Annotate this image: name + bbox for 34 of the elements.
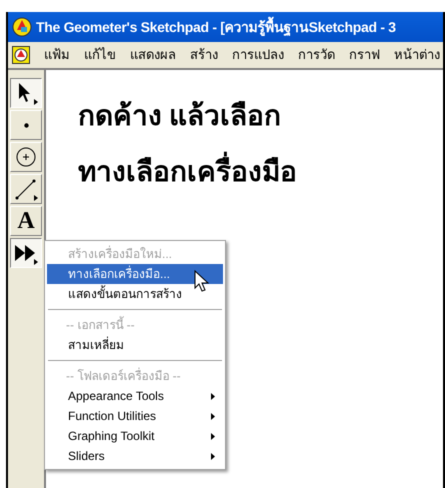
window-title: The Geometer's Sketchpad - [ความรู้พื้นฐานSketchpad - 3: [36, 16, 396, 38]
custom-tool[interactable]: [10, 238, 42, 268]
compass-tool[interactable]: [10, 142, 42, 172]
menu-item[interactable]: การวัด: [298, 45, 335, 65]
document-icon[interactable]: [12, 46, 30, 64]
menu-item[interactable]: ทางเลือกเครื่องมือ...: [47, 264, 223, 284]
submenu-arrow-icon: [211, 412, 215, 420]
submenu-arrow-icon: [211, 452, 215, 460]
menu-section-label: -- โฟลเดอร์เครื่องมือ --: [65, 366, 182, 385]
menu-item[interactable]: แฟ้ม: [44, 45, 70, 65]
mouse-pointer-icon: [194, 270, 210, 294]
submenu-arrow-icon: [211, 392, 215, 400]
submenu-item[interactable]: Sliders: [47, 446, 223, 466]
caption-text: ทางเลือกเครื่องมือ: [78, 152, 443, 194]
arrow-tool[interactable]: [10, 78, 42, 108]
menu-item[interactable]: สามเหลี่ยม: [47, 335, 223, 355]
menu-item[interactable]: สร้าง: [190, 45, 218, 65]
submenu-item[interactable]: Appearance Tools: [47, 386, 223, 406]
point-tool[interactable]: [10, 110, 42, 140]
menu-item[interactable]: แสดงขั้นตอนการสร้าง: [47, 284, 223, 304]
menu-item[interactable]: การแปลง: [232, 45, 284, 65]
menu-item[interactable]: แก้ไข: [84, 45, 116, 65]
menu-item[interactable]: กราฟ: [349, 45, 380, 65]
point-icon: [24, 122, 28, 128]
caption-text: กดค้าง แล้วเลือก: [78, 100, 282, 134]
straightedge-tool[interactable]: [10, 174, 42, 204]
menu-section-label: -- เอกสารนี้ --: [65, 315, 136, 334]
submenu-arrow-icon: [211, 432, 215, 440]
submenu-item[interactable]: Graphing Toolkit: [47, 426, 223, 446]
menu-item[interactable]: แสดงผล: [130, 45, 176, 65]
submenu-item[interactable]: Function Utilities: [47, 406, 223, 426]
text-tool[interactable]: A: [10, 206, 42, 236]
app-logo-icon: [12, 17, 32, 37]
menu-item[interactable]: หน้าต่าง: [394, 45, 440, 65]
